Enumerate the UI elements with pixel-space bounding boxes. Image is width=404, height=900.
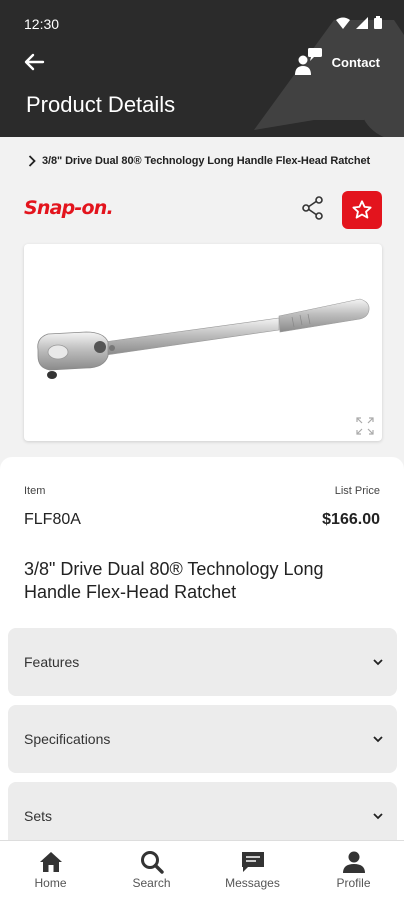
breadcrumb[interactable]: 3/8" Drive Dual 80® Technology Long Hand… (0, 137, 404, 185)
breadcrumb-text: 3/8" Drive Dual 80® Technology Long Hand… (42, 155, 371, 167)
nav-profile[interactable]: Profile (303, 841, 404, 900)
expand-image-button[interactable] (356, 417, 374, 435)
app-header: 12:30 Contact Product Details (0, 0, 404, 137)
status-bar: 12:30 (0, 0, 404, 46)
nav-label: Home (34, 876, 67, 890)
product-info-panel: Item List Price FLF80A $166.00 3/8" Driv… (0, 457, 404, 900)
item-label: Item (24, 485, 46, 497)
nav-label: Search (132, 876, 171, 890)
share-icon (302, 196, 323, 220)
contact-label: Contact (331, 54, 380, 70)
messages-icon (241, 852, 264, 872)
bottom-navigation: Home Search Messages Profile (0, 840, 404, 900)
item-number: FLF80A (24, 511, 81, 528)
accordion-label: Features (24, 654, 80, 670)
nav-messages[interactable]: Messages (202, 841, 303, 900)
search-icon (140, 851, 164, 874)
contact-person-icon (294, 48, 322, 75)
nav-label: Profile (336, 876, 371, 890)
list-price-label: List Price (334, 485, 380, 497)
star-outline-icon (352, 200, 372, 219)
battery-icon (374, 16, 382, 29)
share-button[interactable] (300, 195, 326, 221)
profile-icon (342, 851, 365, 873)
brand-row: Snap-on. (0, 185, 404, 235)
favorite-button[interactable] (342, 191, 382, 229)
signal-icon (356, 16, 368, 29)
chevron-down-icon (373, 812, 383, 819)
expand-icon (356, 417, 374, 435)
nav-home[interactable]: Home (0, 841, 101, 900)
contact-button[interactable]: Contact (294, 46, 380, 78)
chevron-down-icon (373, 658, 383, 665)
list-price-value: $166.00 (322, 511, 380, 528)
snap-on-logo: Snap-on. (24, 197, 114, 219)
home-icon (39, 852, 62, 872)
arrow-left-icon (24, 53, 45, 71)
accordion-label: Specifications (24, 731, 111, 747)
chevron-right-icon (28, 155, 36, 167)
product-name: 3/8" Drive Dual 80® Technology Long Hand… (24, 559, 324, 602)
accordion-label: Sets (24, 808, 53, 824)
chevron-down-icon (373, 735, 383, 742)
product-image-card[interactable] (24, 244, 382, 441)
back-button[interactable] (20, 48, 48, 76)
status-icons (336, 16, 382, 29)
nav-search[interactable]: Search (101, 841, 202, 900)
page-title: Product Details (26, 92, 176, 117)
product-image (37, 298, 370, 379)
accordion-specifications[interactable]: Specifications (8, 705, 397, 773)
status-time: 12:30 (24, 16, 60, 32)
nav-label: Messages (225, 876, 280, 890)
accordion-features[interactable]: Features (8, 628, 397, 696)
wifi-icon (336, 17, 350, 29)
